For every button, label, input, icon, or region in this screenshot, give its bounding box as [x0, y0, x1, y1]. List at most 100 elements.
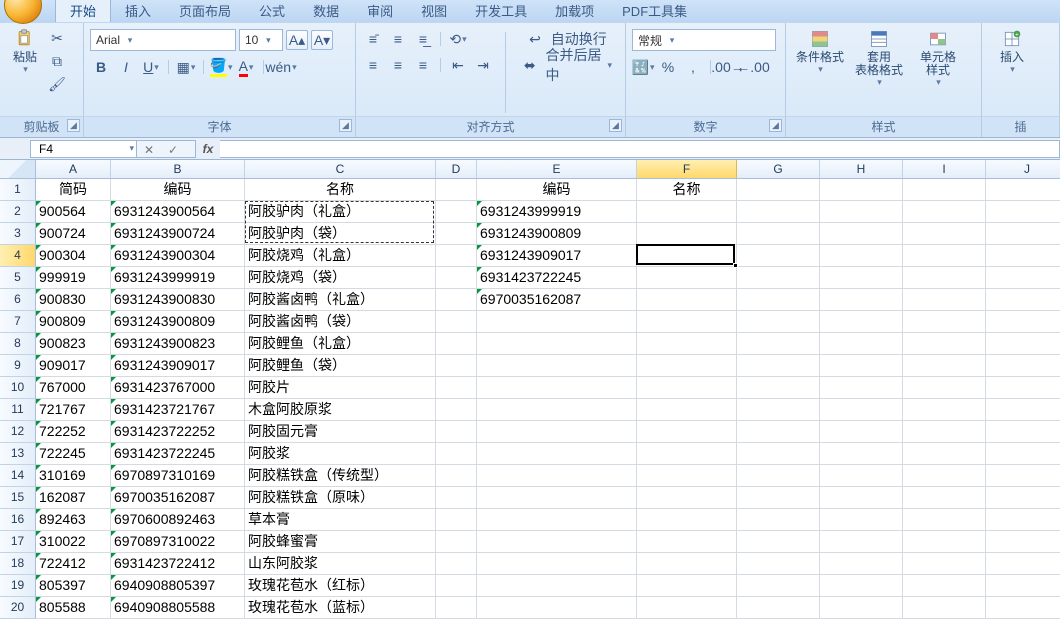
col-header-G[interactable]: G — [737, 160, 820, 178]
italic-button[interactable]: I — [115, 57, 137, 77]
decrease-decimal-button[interactable]: ←.00 — [742, 57, 764, 77]
cell-B8[interactable]: 6931243900823 — [111, 333, 245, 355]
cell-J15[interactable] — [986, 487, 1060, 509]
cell-D7[interactable] — [436, 311, 477, 333]
formula-cancel-button[interactable]: ✕ — [137, 141, 161, 159]
row-header-8[interactable]: 8 — [0, 333, 36, 355]
row-header-7[interactable]: 7 — [0, 311, 36, 333]
cell-E10[interactable] — [477, 377, 637, 399]
cell-G1[interactable] — [737, 179, 820, 201]
cell-B3[interactable]: 6931243900724 — [111, 223, 245, 245]
cell-F5[interactable] — [637, 267, 737, 289]
cells-grid[interactable]: 简码编码名称编码名称9005646931243900564阿胶驴肉（礼盒）693… — [36, 179, 1060, 619]
cell-I12[interactable] — [903, 421, 986, 443]
align-left-button[interactable]: ≡ — [362, 55, 384, 75]
cell-I6[interactable] — [903, 289, 986, 311]
col-header-D[interactable]: D — [436, 160, 477, 178]
col-header-H[interactable]: H — [820, 160, 903, 178]
font-color-button[interactable]: A▾ — [235, 57, 257, 77]
cell-E11[interactable] — [477, 399, 637, 421]
cell-E7[interactable] — [477, 311, 637, 333]
cell-C19[interactable]: 玫瑰花苞水（红标） — [245, 575, 436, 597]
cell-G5[interactable] — [737, 267, 820, 289]
cell-I2[interactable] — [903, 201, 986, 223]
cell-A11[interactable]: 721767 — [36, 399, 111, 421]
col-header-E[interactable]: E — [477, 160, 637, 178]
cell-B12[interactable]: 6931423722252 — [111, 421, 245, 443]
cell-H4[interactable] — [820, 245, 903, 267]
cell-I10[interactable] — [903, 377, 986, 399]
cell-F11[interactable] — [637, 399, 737, 421]
border-button[interactable]: ▦▾ — [175, 57, 197, 77]
cell-J1[interactable] — [986, 179, 1060, 201]
cell-G11[interactable] — [737, 399, 820, 421]
cell-B16[interactable]: 6970600892463 — [111, 509, 245, 531]
format-painter-button[interactable]: 🖌 — [46, 74, 68, 94]
cell-J9[interactable] — [986, 355, 1060, 377]
cell-B5[interactable]: 6931243999919 — [111, 267, 245, 289]
cell-H19[interactable] — [820, 575, 903, 597]
cell-J19[interactable] — [986, 575, 1060, 597]
cell-I3[interactable] — [903, 223, 986, 245]
cell-A7[interactable]: 900809 — [36, 311, 111, 333]
tab-data[interactable]: 数据 — [299, 0, 353, 22]
alignment-dialog-launcher[interactable]: ◢ — [609, 119, 622, 132]
formula-enter-button[interactable]: ✓ — [161, 141, 185, 159]
number-dialog-launcher[interactable]: ◢ — [769, 119, 782, 132]
row-header-16[interactable]: 16 — [0, 509, 36, 531]
cell-I15[interactable] — [903, 487, 986, 509]
row-header-4[interactable]: 4 — [0, 245, 36, 267]
cell-A16[interactable]: 892463 — [36, 509, 111, 531]
cell-G12[interactable] — [737, 421, 820, 443]
cell-E15[interactable] — [477, 487, 637, 509]
cell-G19[interactable] — [737, 575, 820, 597]
insert-function-button[interactable]: fx — [196, 140, 220, 158]
cell-E20[interactable] — [477, 597, 637, 619]
cell-B13[interactable]: 6931423722245 — [111, 443, 245, 465]
cell-C1[interactable]: 名称 — [245, 179, 436, 201]
cell-H7[interactable] — [820, 311, 903, 333]
cell-H16[interactable] — [820, 509, 903, 531]
align-middle-button[interactable]: ≡ — [387, 29, 409, 49]
cell-F3[interactable] — [637, 223, 737, 245]
row-header-17[interactable]: 17 — [0, 531, 36, 553]
cell-F16[interactable] — [637, 509, 737, 531]
cell-B4[interactable]: 6931243900304 — [111, 245, 245, 267]
cell-G10[interactable] — [737, 377, 820, 399]
col-header-J[interactable]: J — [986, 160, 1060, 178]
increase-font-button[interactable]: A▴ — [286, 30, 308, 50]
cell-D11[interactable] — [436, 399, 477, 421]
cell-G6[interactable] — [737, 289, 820, 311]
cell-H18[interactable] — [820, 553, 903, 575]
cell-I5[interactable] — [903, 267, 986, 289]
cell-G9[interactable] — [737, 355, 820, 377]
cell-G4[interactable] — [737, 245, 820, 267]
cell-J7[interactable] — [986, 311, 1060, 333]
cell-I4[interactable] — [903, 245, 986, 267]
cell-J18[interactable] — [986, 553, 1060, 575]
bold-button[interactable]: B — [90, 57, 112, 77]
cell-G15[interactable] — [737, 487, 820, 509]
number-format-combo[interactable]: 常规▾ — [632, 29, 776, 51]
cell-C13[interactable]: 阿胶浆 — [245, 443, 436, 465]
cell-J4[interactable] — [986, 245, 1060, 267]
cell-I13[interactable] — [903, 443, 986, 465]
cell-H17[interactable] — [820, 531, 903, 553]
cell-C14[interactable]: 阿胶糕铁盒（传统型） — [245, 465, 436, 487]
cell-D8[interactable] — [436, 333, 477, 355]
cell-C16[interactable]: 草本膏 — [245, 509, 436, 531]
cell-A9[interactable]: 909017 — [36, 355, 111, 377]
cell-D9[interactable] — [436, 355, 477, 377]
cell-I7[interactable] — [903, 311, 986, 333]
row-header-3[interactable]: 3 — [0, 223, 36, 245]
cell-C5[interactable]: 阿胶烧鸡（袋） — [245, 267, 436, 289]
cell-J8[interactable] — [986, 333, 1060, 355]
cell-E17[interactable] — [477, 531, 637, 553]
cell-E6[interactable]: 6970035162087 — [477, 289, 637, 311]
cell-F19[interactable] — [637, 575, 737, 597]
cell-F12[interactable] — [637, 421, 737, 443]
cell-H15[interactable] — [820, 487, 903, 509]
cell-E5[interactable]: 6931423722245 — [477, 267, 637, 289]
cell-F2[interactable] — [637, 201, 737, 223]
row-header-9[interactable]: 9 — [0, 355, 36, 377]
